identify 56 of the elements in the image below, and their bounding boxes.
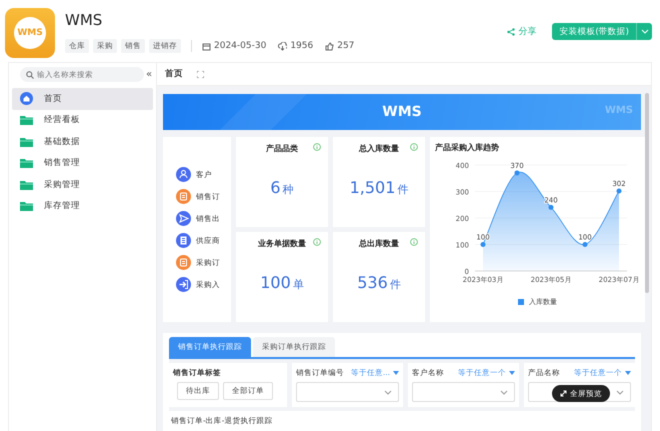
sidebar-item[interactable]: 首页 — [12, 88, 153, 110]
download-count: 1956 — [290, 41, 314, 51]
info-icon — [410, 238, 418, 246]
stat-value: 100 单 — [260, 273, 304, 292]
data-point — [548, 204, 554, 210]
banner-watermark: WMS — [604, 105, 633, 116]
chart-title: 产品采购入库趋势 — [435, 142, 500, 153]
folder-icon — [20, 180, 33, 190]
calendar-icon — [202, 42, 211, 50]
stat-value: 536 件 — [357, 273, 401, 292]
dropdown-button[interactable] — [636, 23, 652, 40]
stat-title: 业务单据数量 — [258, 238, 306, 249]
folder-icon — [20, 136, 33, 147]
collapse-button[interactable]: « — [146, 69, 152, 80]
info-icon — [313, 238, 321, 246]
home-icon — [20, 92, 33, 106]
folder-icon — [20, 158, 33, 168]
app-title: WMS — [65, 11, 104, 29]
sidebar-item[interactable]: 经营看板 — [12, 110, 153, 131]
chevron-down-icon — [384, 390, 392, 394]
caret-icon — [393, 371, 399, 375]
thumbs-up-icon — [325, 42, 334, 50]
data-point — [514, 170, 520, 176]
data-point — [582, 242, 588, 247]
data-point — [616, 188, 622, 194]
sidebar-item[interactable]: 销售管理 — [12, 152, 153, 174]
sidebar-item[interactable]: 基础数据 — [12, 131, 153, 152]
info-icon — [410, 143, 418, 151]
sidebar-item[interactable]: 库存管理 — [12, 196, 153, 217]
search-icon — [26, 71, 34, 79]
publish-date: 2024-05-30 — [214, 41, 266, 51]
folder-icon — [20, 115, 33, 126]
expand-icon — [560, 390, 567, 397]
fullscreen-icon — [197, 70, 204, 78]
cloud-download-icon — [278, 42, 288, 50]
stat-value: 6 种 — [270, 178, 294, 197]
chevron-down-icon — [616, 390, 624, 394]
logo-text: WMS — [14, 17, 46, 49]
chevron-down-icon — [500, 390, 508, 394]
sidebar-item[interactable]: 采购管理 — [12, 174, 153, 196]
stat-title: 总出库数量 — [359, 238, 399, 249]
select-field[interactable] — [296, 382, 399, 402]
like-count: 257 — [337, 41, 354, 51]
select-field[interactable] — [412, 382, 515, 402]
banner-title: WMS — [382, 104, 422, 120]
caret-icon — [640, 29, 648, 34]
stat-title: 总入库数量 — [359, 143, 399, 154]
info-icon — [313, 143, 321, 151]
folder-icon — [20, 201, 33, 212]
stat-value: 1,501 件 — [350, 178, 408, 197]
stat-title: 产品品类 — [266, 143, 298, 154]
page-tab[interactable]: 首页 — [165, 68, 183, 80]
caret-icon — [625, 371, 631, 375]
data-point — [480, 242, 486, 247]
share-icon — [507, 28, 516, 36]
caret-icon — [509, 371, 515, 375]
